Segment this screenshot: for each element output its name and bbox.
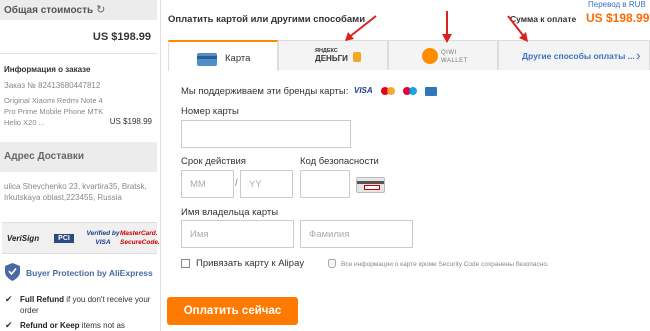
- payment-method-tabs: Карта ЯНДЕКС ДЕНЬГИ QIWI WALLET Другие с…: [168, 40, 650, 71]
- total-cost-value: US $198.99: [92, 31, 151, 43]
- expiry-month-input[interactable]: [181, 170, 234, 198]
- shield-icon: [5, 263, 20, 281]
- bind-alipay-checkbox[interactable]: [181, 259, 190, 268]
- chevron-right-icon[interactable]: ›: [636, 47, 641, 63]
- tab-qiwi-wallet[interactable]: QIWI WALLET: [388, 40, 498, 70]
- qiwi-logo-text: QIWI WALLET: [441, 50, 468, 64]
- pci-logo: PCI: [46, 234, 82, 254]
- qiwi-logo-icon: [422, 48, 438, 64]
- delivery-address-text: ulica Shevchenko 23, kvartira35, Bratsk,…: [4, 182, 147, 202]
- order-number: Заказ № 82413680447812: [4, 81, 101, 90]
- checkmark-icon: ✔: [5, 320, 13, 330]
- feature-bold: Full Refund: [20, 295, 64, 304]
- cvv-hint-icon: [356, 177, 385, 193]
- order-product-title[interactable]: Original Xiaomi Redmi Note 4 Pro Prime M…: [4, 95, 114, 128]
- mastercard-securecode-logo: MasterCard. SecureCode.: [120, 230, 160, 246]
- delivery-address-heading: Адрес Доставки: [0, 142, 157, 172]
- visa-logo: VISA: [354, 86, 373, 95]
- tab-card-label: Карта: [225, 53, 251, 64]
- checkmark-icon: ✔: [5, 294, 13, 304]
- supported-brands-label: Мы поддерживаем эти бренды карты:: [181, 86, 349, 97]
- security-code-input[interactable]: [300, 170, 350, 198]
- order-info-heading: Информация о заказе: [4, 65, 91, 74]
- tab-other-label: Другие способы оплаты ...: [522, 51, 635, 61]
- tab-other-methods[interactable]: Другие способы оплаты ... ›: [498, 40, 650, 70]
- buyer-protection-title: Buyer Protection by AliExpress: [26, 268, 153, 278]
- bind-alipay-label[interactable]: Привязать карту к Alipay: [196, 258, 304, 269]
- protection-feature-refund: Full Refund if you don't receive your or…: [20, 294, 160, 316]
- security-info-text: Все информации о карте кроме Security Co…: [341, 261, 549, 268]
- mastercard-icon: [381, 86, 397, 96]
- cardholder-label: Имя владельца карты: [181, 207, 279, 218]
- total-cost-header: Общая стоимость ↻: [0, 0, 157, 20]
- credit-card-icon: [197, 53, 217, 66]
- refresh-icon[interactable]: ↻: [96, 4, 105, 16]
- security-code-label: Код безопасности: [300, 156, 379, 167]
- convert-to-rub-link[interactable]: Перевод в RUB: [588, 0, 646, 9]
- feature-bold: Refund or Keep: [20, 321, 80, 330]
- amount-due-value: US $198.99: [586, 11, 650, 25]
- maestro-icon: [403, 86, 419, 96]
- first-name-input[interactable]: [181, 220, 294, 248]
- tab-yandex-money[interactable]: ЯНДЕКС ДЕНЬГИ: [278, 40, 388, 70]
- last-name-input[interactable]: [300, 220, 413, 248]
- feature-text: items not as: [79, 321, 125, 330]
- order-price: US $198.99: [109, 117, 152, 126]
- tab-card[interactable]: Карта: [168, 40, 278, 71]
- yandex-wallet-icon: [353, 52, 361, 62]
- total-cost-box: US $198.99: [0, 20, 157, 54]
- total-cost-label: Общая стоимость: [4, 5, 94, 16]
- order-summary-panel: Общая стоимость ↻ US $198.99 Информация о…: [0, 0, 160, 331]
- expiry-year-input[interactable]: [240, 170, 293, 198]
- expiry-separator: /: [235, 178, 238, 189]
- security-badges: VeriSign PCI Verified by VISA MasterCard…: [2, 222, 160, 254]
- verisign-logo: VeriSign: [6, 234, 40, 243]
- yandex-money-logo: ЯНДЕКС ДЕНЬГИ: [315, 48, 348, 63]
- protection-feature-keep: Refund or Keep items not as: [20, 320, 160, 331]
- red-arrow-icon: [442, 11, 452, 43]
- expiry-label: Срок действия: [181, 156, 246, 167]
- amex-icon: [425, 87, 437, 96]
- pci-logo-text: PCI: [54, 234, 74, 243]
- yandex-logo-bottom: ДЕНЬГИ: [315, 54, 348, 63]
- payment-heading: Оплатить картой или другими способами: [168, 14, 366, 25]
- card-number-label: Номер карты: [181, 106, 239, 117]
- amount-due-label: Сумма к оплате: [510, 14, 577, 24]
- lock-icon: [328, 259, 336, 268]
- card-number-input[interactable]: [181, 120, 351, 148]
- column-divider: [160, 0, 161, 331]
- pay-now-button[interactable]: Оплатить сейчас: [167, 297, 298, 325]
- verified-by-visa-logo: Verified by VISA: [86, 230, 120, 246]
